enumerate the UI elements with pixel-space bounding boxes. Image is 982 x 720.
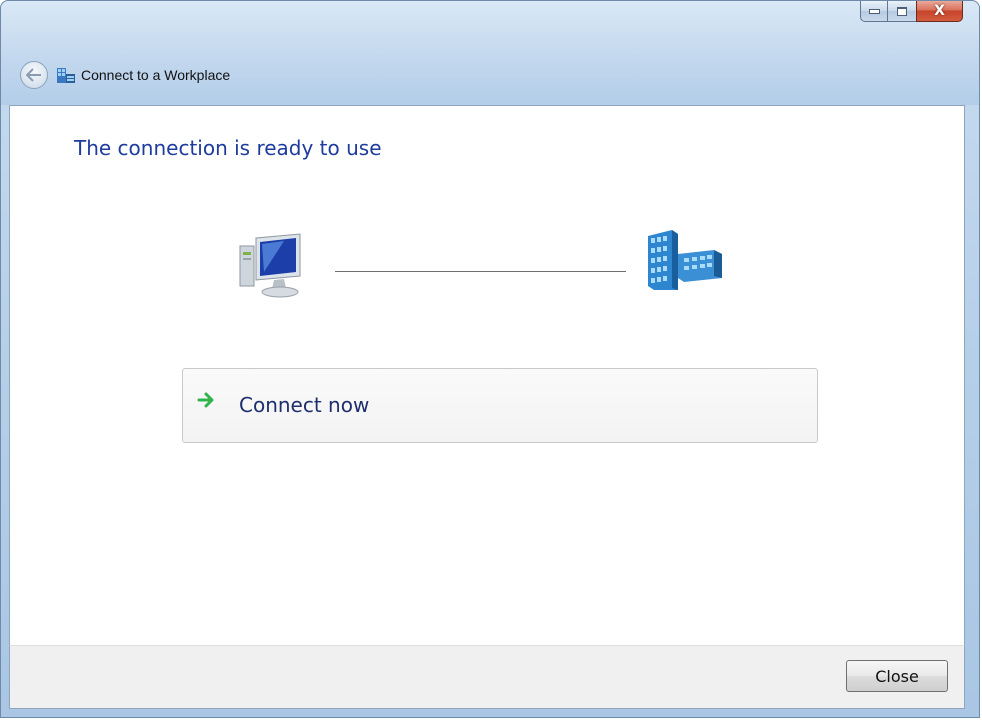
connect-now-label: Connect now (239, 393, 370, 417)
workplace-icon (57, 68, 75, 83)
close-icon: X (934, 3, 945, 19)
title-bar (1, 1, 979, 105)
minimize-button[interactable] (860, 1, 888, 22)
close-button[interactable]: Close (846, 660, 948, 692)
connect-now-command-link[interactable]: Connect now (182, 368, 818, 443)
computer-icon (239, 233, 301, 298)
window-title: Connect to a Workplace (81, 67, 231, 83)
building-icon (648, 230, 722, 290)
connection-line (335, 271, 626, 272)
maximize-button[interactable] (888, 1, 916, 22)
green-arrow-icon (197, 392, 214, 408)
back-arrow-icon (26, 68, 41, 82)
dialog-window: X Connect to a Workplace The connection … (0, 0, 980, 718)
minimize-icon (868, 8, 880, 14)
caption-buttons: X (860, 1, 963, 27)
page-heading: The connection is ready to use (74, 136, 382, 160)
close-window-button[interactable]: X (916, 1, 963, 22)
content-area: The connection is ready to use Connect n… (9, 105, 965, 645)
dialog-footer: Close (9, 645, 965, 709)
back-button[interactable] (20, 61, 48, 89)
maximize-icon (897, 6, 907, 16)
